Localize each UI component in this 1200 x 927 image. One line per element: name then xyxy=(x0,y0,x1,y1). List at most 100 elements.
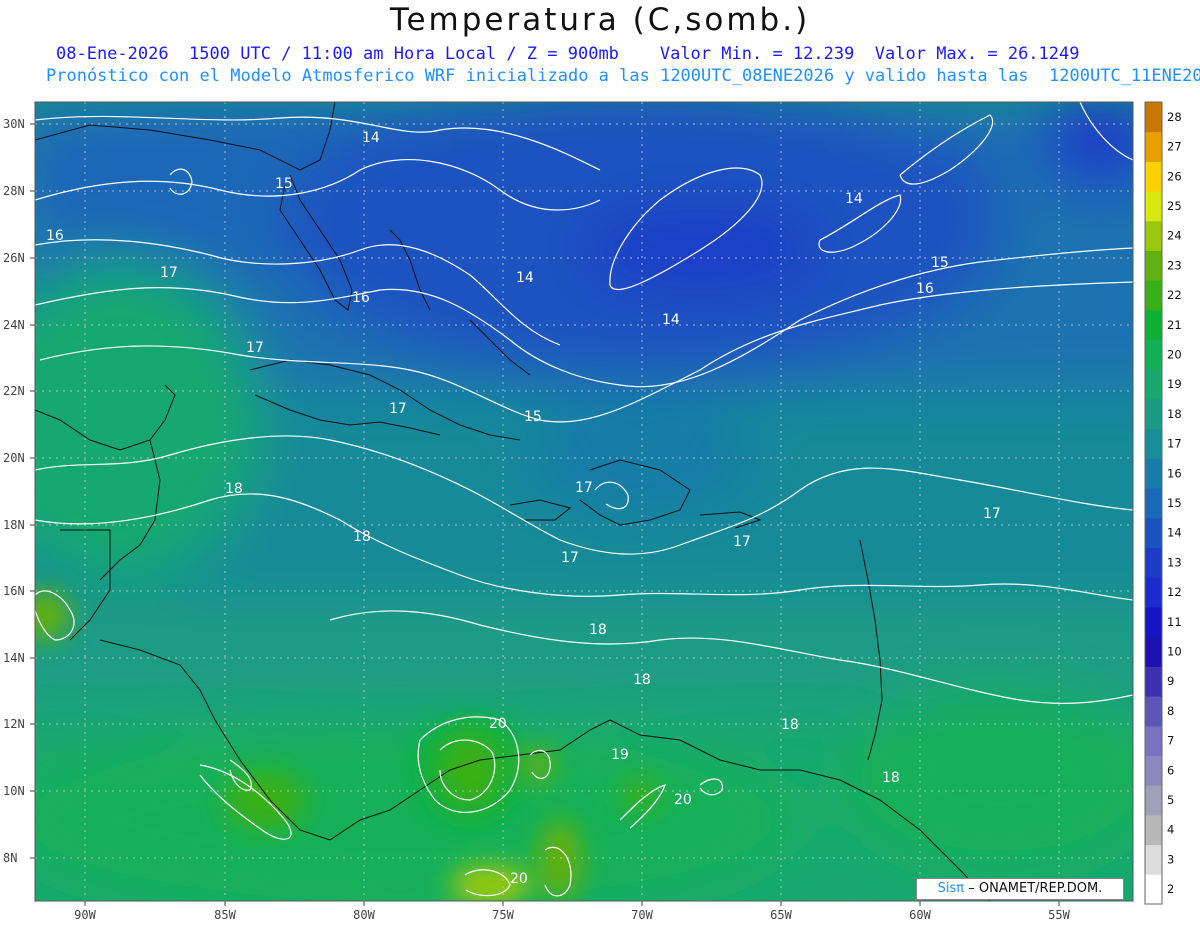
colorbar-label: 17 xyxy=(1167,437,1182,451)
lat-label: 10N xyxy=(3,784,25,798)
colorbar-swatch xyxy=(1145,161,1162,192)
contour-label: 16 xyxy=(916,281,934,297)
contour-label: 17 xyxy=(733,534,751,550)
contour-label: 18 xyxy=(882,770,900,786)
colorbar-label: 26 xyxy=(1167,169,1182,183)
lat-label: 26N xyxy=(3,251,25,265)
contour-label: 15 xyxy=(524,409,542,425)
colorbar-label: 16 xyxy=(1167,466,1182,480)
credit-text: – ONAMET/REP.DOM. xyxy=(968,881,1103,896)
contour-label: 14 xyxy=(845,191,863,207)
colorbar-label: 23 xyxy=(1167,258,1182,272)
contour-label: 18 xyxy=(781,717,799,733)
colorbar-swatch xyxy=(1145,874,1162,905)
contour-label: 18 xyxy=(633,672,651,688)
colorbar-swatch xyxy=(1145,220,1162,252)
contour-label: 14 xyxy=(662,312,680,328)
colorbar-label: 25 xyxy=(1167,199,1182,213)
colorbar-label: 11 xyxy=(1167,615,1182,629)
colorbar-swatch xyxy=(1145,309,1162,341)
colorbar-swatch xyxy=(1145,577,1162,608)
contour-label: 17 xyxy=(160,265,178,281)
temperature-shading xyxy=(35,102,1133,901)
colorbar-swatch xyxy=(1145,369,1162,400)
colorbar-swatch xyxy=(1145,339,1162,370)
colorbar-swatch xyxy=(1145,191,1162,222)
contour-label: 18 xyxy=(225,481,243,497)
lon-label: 70W xyxy=(631,908,653,922)
contour-label: 17 xyxy=(983,506,1001,522)
credit-box: Sisπ – ONAMET/REP.DOM. xyxy=(916,878,1124,900)
colorbar-swatch xyxy=(1145,696,1162,727)
colorbar-label: 5 xyxy=(1167,793,1174,807)
colorbar-label: 21 xyxy=(1167,318,1182,332)
colorbar-label: 9 xyxy=(1167,674,1174,688)
lon-label: 90W xyxy=(74,908,96,922)
colorbar-label: 4 xyxy=(1167,823,1174,837)
lat-label: 18N xyxy=(3,518,25,532)
colorbar-swatch xyxy=(1145,488,1162,519)
lat-label: 20N xyxy=(3,451,25,465)
colorbar-swatch xyxy=(1145,844,1162,875)
colorbar-swatch xyxy=(1145,755,1162,786)
colorbar-label: 2 xyxy=(1167,882,1174,896)
contour-label: 15 xyxy=(931,255,949,271)
lat-label: 14N xyxy=(3,651,25,665)
contour-label: 20 xyxy=(510,871,528,887)
contour-label: 17 xyxy=(561,550,579,566)
forecast-map: 14 15 16 17 16 14 14 15 16 14 15 17 17 1… xyxy=(3,101,1182,922)
lat-label: 12N xyxy=(3,717,25,731)
contour-label: 18 xyxy=(353,529,371,545)
contour-label: 17 xyxy=(389,401,407,417)
contour-label: 14 xyxy=(516,270,534,286)
colorbar-label: 20 xyxy=(1167,347,1182,361)
contour-label: 20 xyxy=(489,716,507,732)
longitude-axis: 90W 85W 80W 75W 70W 65W 60W 55W xyxy=(74,901,1071,922)
colorbar-label: 13 xyxy=(1167,555,1182,569)
colorbar-label: 27 xyxy=(1167,140,1182,154)
lat-label: 28N xyxy=(3,184,25,198)
colorbar-swatch xyxy=(1145,399,1162,430)
contour-label: 20 xyxy=(674,792,692,808)
lon-label: 55W xyxy=(1048,908,1070,922)
colorbar-label: 3 xyxy=(1167,852,1174,866)
contour-label: 15 xyxy=(275,176,293,192)
lat-label: 30N xyxy=(3,117,25,131)
contour-label: 18 xyxy=(589,622,607,638)
colorbar-label: 12 xyxy=(1167,585,1182,599)
colorbar-swatch xyxy=(1145,280,1162,311)
contour-label: 16 xyxy=(352,290,370,306)
contour-label: 17 xyxy=(575,480,593,496)
contour-label: 16 xyxy=(46,228,64,244)
lon-label: 85W xyxy=(214,908,236,922)
contour-label: 19 xyxy=(611,747,629,763)
colorbar-swatch xyxy=(1145,102,1162,133)
lon-label: 80W xyxy=(353,908,375,922)
contour-label: 14 xyxy=(362,130,380,146)
colorbar-swatch xyxy=(1145,636,1162,667)
sispi-logo-text: Sisπ xyxy=(937,881,965,896)
colorbar-swatch xyxy=(1145,131,1162,162)
lon-label: 65W xyxy=(770,908,792,922)
colorbar-label: 7 xyxy=(1167,734,1174,748)
colorbar-swatch xyxy=(1145,458,1162,489)
colorbar-label: 14 xyxy=(1167,526,1182,540)
colorbar-label: 24 xyxy=(1167,229,1182,243)
colorbar-legend: 2345678910111213141516171819202122232425… xyxy=(1144,101,1182,905)
colorbar-label: 28 xyxy=(1167,110,1182,124)
colorbar-label: 10 xyxy=(1167,645,1182,659)
colorbar-swatch xyxy=(1145,547,1162,578)
lat-label: 24N xyxy=(3,318,25,332)
latitude-axis: 30N 28N 26N 24N 22N 20N 18N 16N 14N 12N … xyxy=(3,117,35,865)
colorbar-label: 6 xyxy=(1167,763,1174,777)
colorbar-swatch xyxy=(1145,428,1162,459)
colorbar-swatch xyxy=(1145,725,1162,756)
colorbar-swatch xyxy=(1145,606,1162,638)
lat-label: 16N xyxy=(3,584,25,598)
lon-label: 75W xyxy=(492,908,514,922)
colorbar-swatch xyxy=(1145,814,1162,846)
colorbar-swatch xyxy=(1145,666,1162,697)
lon-label: 60W xyxy=(909,908,931,922)
colorbar-swatch xyxy=(1145,785,1162,816)
contour-label: 17 xyxy=(246,340,264,356)
